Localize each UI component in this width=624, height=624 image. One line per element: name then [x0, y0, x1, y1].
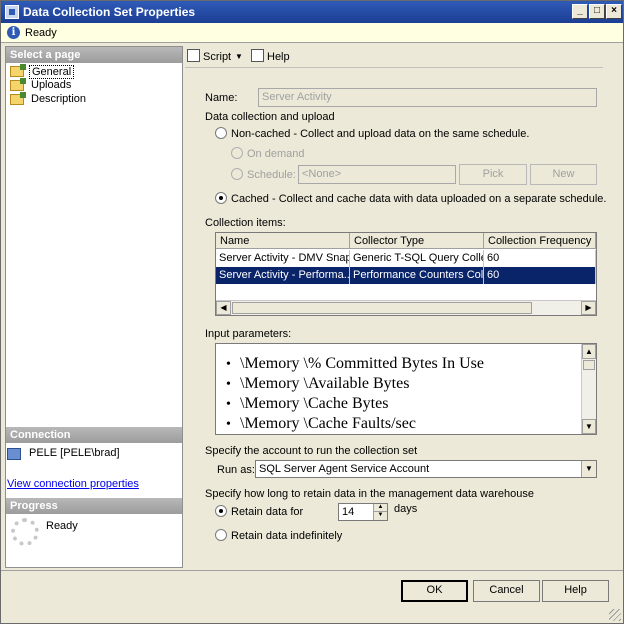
info-icon: i [7, 26, 20, 39]
retain-for-radio[interactable] [215, 505, 227, 517]
connection-header: Connection [6, 427, 182, 443]
noncached-radio[interactable] [215, 127, 227, 139]
scroll-thumb[interactable] [232, 302, 532, 314]
column-header-frequency[interactable]: Collection Frequency (sec [484, 233, 596, 249]
retain-days-value: 14 [342, 506, 355, 518]
list-item: \Memory \Cache Faults/sec [226, 414, 484, 434]
schedule-field[interactable]: <None> [298, 165, 456, 184]
chevron-down-icon[interactable]: ▼ [581, 461, 596, 477]
scroll-up-icon[interactable]: ▲ [582, 344, 596, 359]
page-icon [10, 78, 26, 91]
help-toolbar-button[interactable]: Help [251, 49, 290, 65]
cell-collector-type: Performance Counters Coll... [350, 267, 484, 284]
run-as-value: SQL Server Agent Service Account [259, 463, 430, 475]
cell-frequency: 60 [484, 250, 596, 267]
account-label: Specify the account to run the collectio… [205, 445, 418, 457]
table-row[interactable]: Server Activity - DMV Snap... Generic T-… [216, 250, 596, 267]
script-icon [187, 49, 200, 62]
input-parameters-box[interactable]: \Memory \% Committed Bytes In Use \Memor… [215, 343, 597, 435]
help-icon [251, 49, 264, 62]
retain-days-stepper[interactable]: 14 ▲ ▼ [338, 503, 388, 521]
scroll-left-icon[interactable]: ◀ [216, 301, 231, 315]
status-text: Ready [25, 27, 57, 39]
on-demand-radio[interactable] [231, 147, 243, 159]
retain-for-label: Retain data for [231, 506, 304, 518]
cell-name: Server Activity - Performa... [216, 267, 350, 284]
minimize-button[interactable]: _ [572, 4, 588, 19]
connection-server: PELE [PELE\brad] [29, 447, 120, 459]
retain-header: Specify how long to retain data in the m… [205, 488, 534, 500]
name-field[interactable]: Server Activity [258, 88, 597, 107]
grid-header: Name Collector Type Collection Frequency… [216, 233, 596, 249]
column-header-name[interactable]: Name [216, 233, 350, 249]
collection-items-label: Collection items: [205, 217, 286, 229]
retain-indefinitely-radio[interactable] [215, 529, 227, 541]
list-item: \Memory \Available Bytes [226, 374, 484, 394]
select-page-header: Select a page [6, 47, 182, 63]
script-label: Script [203, 51, 232, 63]
params-vertical-scrollbar[interactable]: ▲ ▼ [581, 344, 596, 434]
list-item: \Memory \Cache Bytes [226, 394, 484, 414]
name-label: Name: [205, 92, 238, 104]
server-icon [7, 448, 21, 460]
page-icon [10, 92, 26, 105]
view-connection-properties-link[interactable]: View connection properties [7, 478, 139, 490]
grid-horizontal-scrollbar[interactable]: ◀ ▶ [216, 300, 596, 315]
help-button[interactable]: Help [542, 580, 609, 602]
maximize-button[interactable]: □ [589, 4, 605, 19]
cached-label: Cached - Collect and cache data with dat… [231, 193, 607, 205]
cell-frequency: 60 [484, 267, 596, 284]
on-demand-label: On demand [247, 148, 305, 160]
scroll-thumb[interactable] [583, 360, 595, 370]
cell-name: Server Activity - DMV Snap... [216, 250, 350, 267]
collection-items-grid: Name Collector Type Collection Frequency… [215, 232, 597, 316]
schedule-label: Schedule: [247, 169, 296, 181]
schedule-radio[interactable] [231, 168, 243, 180]
page-item-label: Description [31, 93, 87, 105]
column-header-collector-type[interactable]: Collector Type [350, 233, 484, 249]
pick-button[interactable]: Pick [459, 164, 527, 185]
retain-indefinitely-label: Retain data indefinitely [231, 530, 343, 542]
cell-collector-type: Generic T-SQL Query Colle... [350, 250, 484, 267]
spin-down-icon[interactable]: ▼ [373, 512, 387, 520]
script-dropdown-arrow-icon[interactable]: ▼ [235, 49, 243, 65]
progress-header: Progress [6, 498, 182, 514]
scroll-right-icon[interactable]: ▶ [581, 301, 596, 315]
cached-radio[interactable] [215, 192, 227, 204]
cancel-button[interactable]: Cancel [473, 580, 540, 602]
page-icon [10, 64, 26, 77]
days-label: days [394, 503, 418, 515]
list-item: \Memory \% Committed Bytes In Use [226, 354, 484, 374]
ok-button[interactable]: OK [401, 580, 468, 602]
progress-status: Ready [46, 520, 78, 532]
new-button[interactable]: New [530, 164, 597, 185]
input-parameters-list: \Memory \% Committed Bytes In Use \Memor… [226, 354, 484, 434]
page-item-label: Uploads [31, 79, 72, 91]
run-as-select[interactable]: SQL Server Agent Service Account ▼ [255, 460, 597, 478]
title-bar[interactable]: Data Collection Set Properties _ □ × [1, 1, 623, 23]
data-collection-label: Data collection and upload [205, 111, 335, 123]
status-bar: i Ready [1, 23, 623, 43]
progress-spinner-icon [11, 518, 39, 546]
spin-up-icon[interactable]: ▲ [373, 504, 387, 512]
table-row[interactable]: Server Activity - Performa... Performanc… [216, 267, 596, 284]
run-as-label: Run as: [217, 464, 255, 476]
input-parameters-label: Input parameters: [205, 328, 292, 340]
scroll-down-icon[interactable]: ▼ [582, 419, 596, 434]
noncached-label: Non-cached - Collect and upload data on … [231, 128, 530, 140]
resize-grip-icon[interactable] [609, 609, 621, 621]
page-item-label: General [29, 65, 75, 79]
window-title: Data Collection Set Properties [23, 5, 196, 19]
script-button[interactable]: Script [187, 49, 231, 65]
dialog-window: Data Collection Set Properties _ □ × i R… [0, 0, 624, 624]
help-label: Help [267, 51, 290, 63]
app-icon [5, 5, 19, 19]
close-button[interactable]: × [606, 4, 622, 19]
toolbar: Script ▼ Help [185, 46, 603, 68]
